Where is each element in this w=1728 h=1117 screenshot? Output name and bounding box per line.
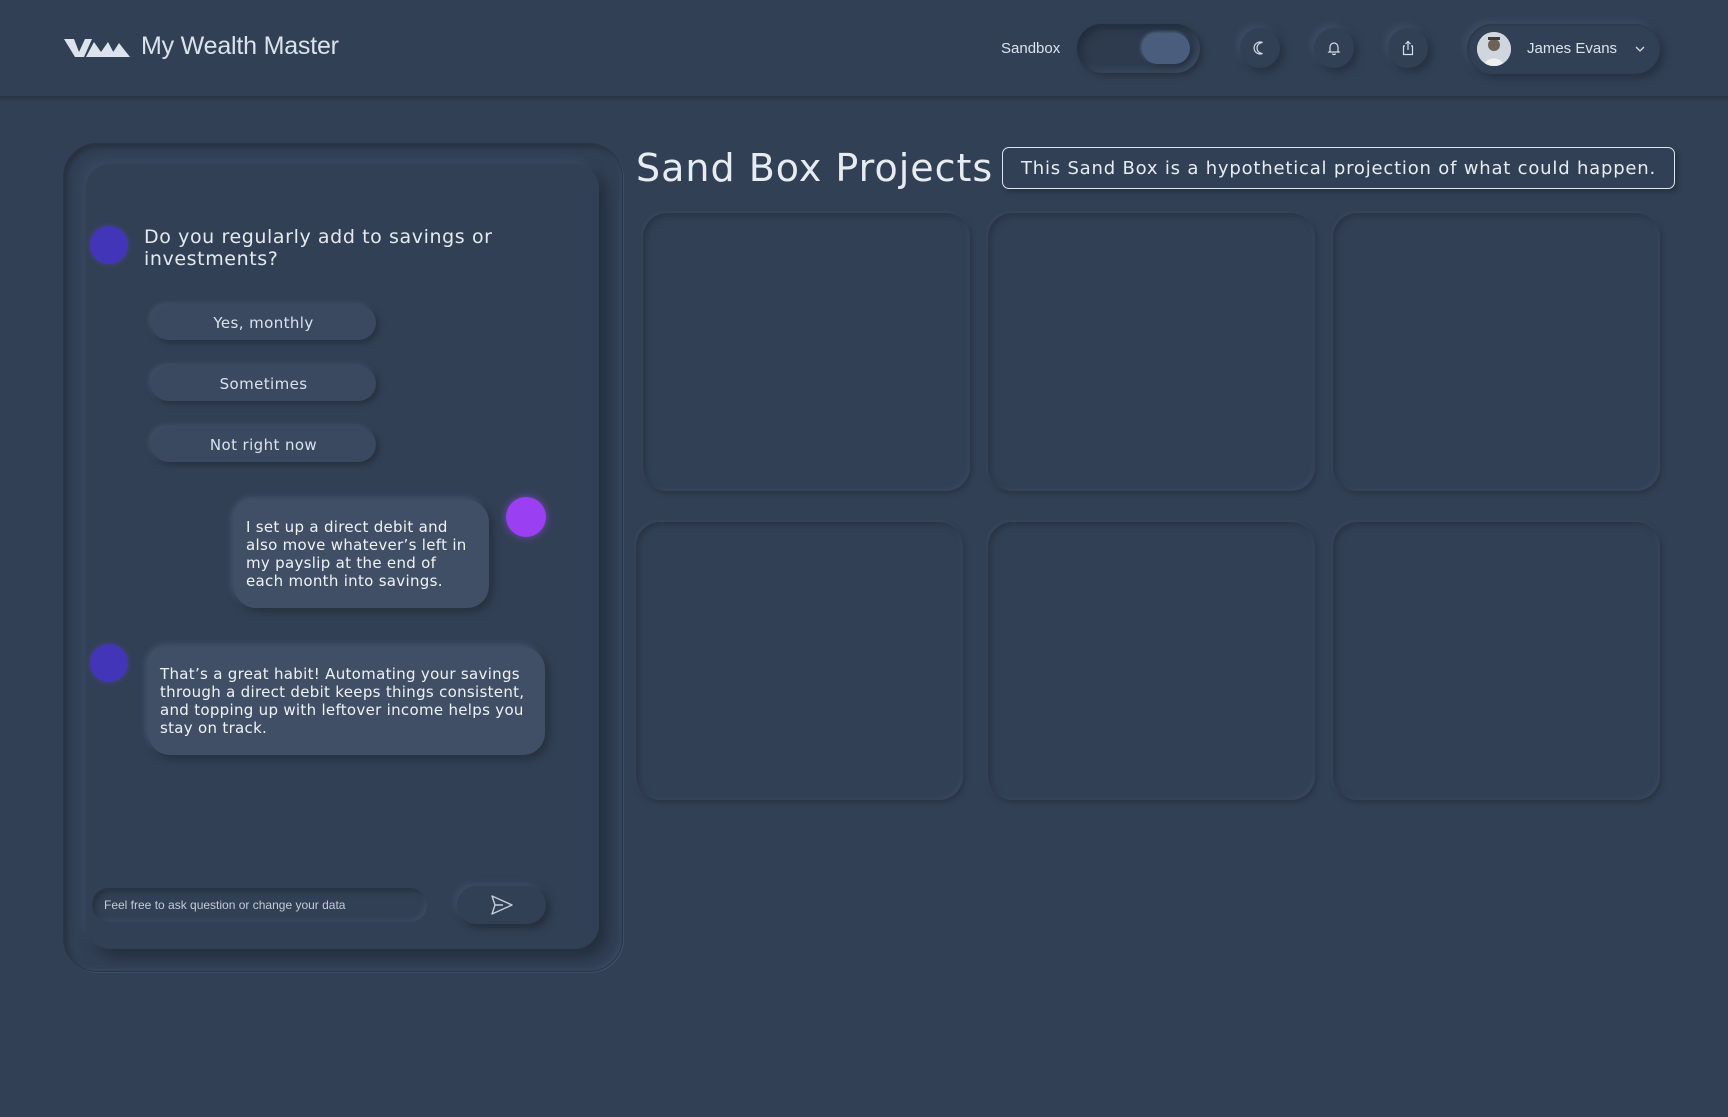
project-card[interactable] [1333, 213, 1660, 491]
bot-avatar [90, 644, 128, 682]
option-sometimes[interactable]: Sometimes [151, 366, 376, 401]
share-button[interactable] [1388, 28, 1428, 68]
sandbox-toggle[interactable] [1077, 24, 1200, 73]
chevron-down-icon [1635, 46, 1645, 52]
toggle-knob [1142, 33, 1190, 64]
chat-question: Do you regularly add to savings or inves… [144, 226, 493, 270]
project-card[interactable] [1333, 522, 1660, 800]
project-card[interactable] [636, 522, 963, 800]
user-chat-avatar [506, 497, 546, 537]
option-yes-monthly[interactable]: Yes, monthly [151, 305, 376, 340]
top-header: My Wealth Master Sandbox James Evans [0, 0, 1728, 98]
user-name: James Evans [1527, 40, 1618, 57]
bot-avatar [90, 226, 128, 264]
sandbox-label: Sandbox [1001, 40, 1061, 57]
bot-message-bubble: That’s a great habit! Automating your sa… [148, 647, 545, 755]
user-message-bubble: I set up a direct debit and also move wh… [234, 500, 489, 608]
send-icon [490, 895, 513, 915]
moon-icon [1253, 41, 1263, 55]
theme-toggle-button[interactable] [1240, 28, 1280, 68]
user-menu[interactable]: James Evans [1467, 24, 1660, 74]
avatar [1477, 32, 1511, 66]
bell-icon [1327, 42, 1341, 56]
notifications-button[interactable] [1314, 28, 1354, 68]
send-button[interactable] [457, 886, 546, 924]
project-card[interactable] [643, 213, 970, 491]
logo-icon [64, 39, 130, 57]
page-title: Sand Box Projects [636, 146, 994, 190]
project-card[interactable] [988, 213, 1315, 491]
option-not-right-now[interactable]: Not right now [151, 427, 376, 462]
chat-input[interactable] [92, 888, 427, 922]
share-icon [1402, 40, 1414, 56]
brand-name: My Wealth Master [141, 32, 339, 60]
sandbox-notice: This Sand Box is a hypothetical projecti… [1002, 147, 1675, 189]
project-card[interactable] [988, 522, 1315, 800]
